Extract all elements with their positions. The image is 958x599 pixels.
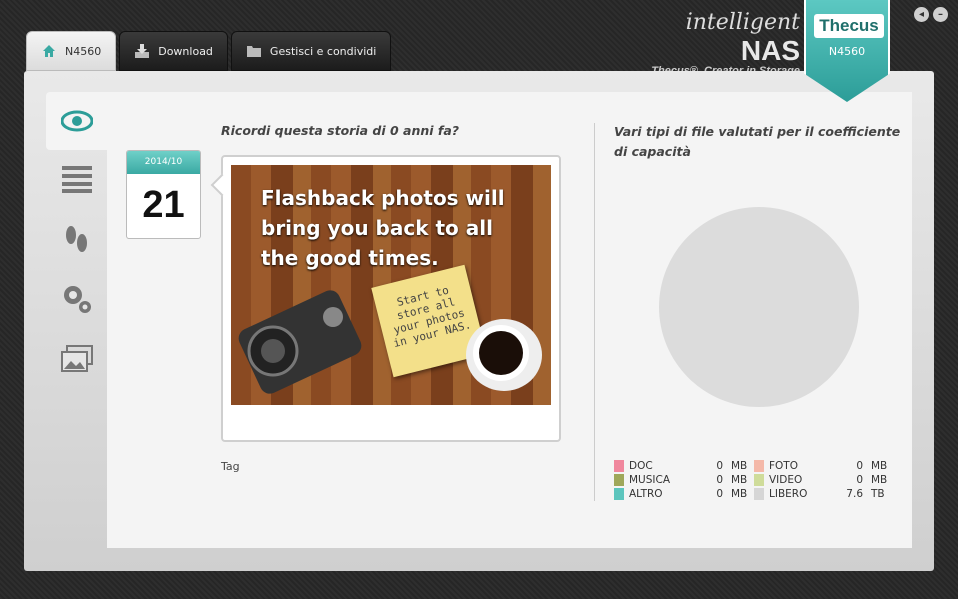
legend-item-doc: DOC 0 MB	[614, 460, 754, 472]
list-icon	[62, 166, 92, 193]
legend-value: 0	[716, 460, 723, 472]
tab-gestisci[interactable]: Gestisci e condividi	[230, 31, 392, 71]
tab-label: Gestisci e condividi	[269, 44, 377, 58]
calendar-month: 2014/10	[127, 151, 200, 174]
legend-swatch	[754, 488, 764, 500]
legend-unit: MB	[731, 460, 748, 472]
photo-card: Flashback photos will bring you back to …	[221, 155, 561, 442]
legend-value: 0	[856, 460, 863, 472]
capacity-pie-chart	[659, 207, 859, 407]
legend-swatch	[754, 474, 764, 486]
story-title: Ricordi questa storia di 0 anni fa?	[221, 123, 460, 138]
footprints-icon	[66, 226, 87, 252]
legend-value: 0	[856, 474, 863, 486]
sidebar	[46, 92, 108, 547]
legend-item-altro: ALTRO 0 MB	[614, 488, 754, 500]
calendar-day: 21	[142, 184, 185, 226]
legend-value: 7.6	[846, 488, 863, 500]
camera-icon	[238, 290, 362, 394]
gears-icon	[64, 286, 91, 313]
legend-item-libero: LIBERO 7.6 TB	[754, 488, 894, 500]
brand-title-prefix: intelligent	[685, 10, 800, 35]
legend-unit: MB	[731, 488, 748, 500]
brand-title: intelligent NAS	[640, 10, 800, 67]
legend-name: VIDEO	[769, 474, 803, 486]
legend-item-musica: MUSICA 0 MB	[614, 474, 754, 486]
legend-swatch	[614, 460, 624, 472]
capacity-legend: DOC 0 MB FOTO 0 MB MUSICA 0 MB VIDEO 0 M…	[614, 459, 904, 501]
legend-row: DOC 0 MB FOTO 0 MB	[614, 459, 904, 473]
minimize-button[interactable]: –	[933, 7, 948, 22]
legend-name: LIBERO	[769, 488, 808, 500]
sidebar-item-list[interactable]	[46, 150, 108, 208]
sidebar-item-gallery[interactable]	[46, 330, 108, 388]
gallery-icon	[61, 345, 93, 372]
calendar-badge: 2014/10 21	[126, 150, 201, 239]
legend-unit: MB	[871, 460, 888, 472]
legend-unit: MB	[731, 474, 748, 486]
legend-row: ALTRO 0 MB LIBERO 7.6 TB	[614, 487, 904, 501]
legend-name: DOC	[629, 460, 653, 472]
folder-icon	[246, 46, 261, 57]
legend-item-foto: FOTO 0 MB	[754, 460, 894, 472]
legend-name: MUSICA	[629, 474, 671, 486]
home-icon	[43, 45, 55, 57]
legend-unit: TB	[871, 488, 885, 500]
legend-swatch	[754, 460, 764, 472]
tab-n4560[interactable]: N4560	[26, 31, 117, 71]
brand-header: intelligent NAS Thecus®, Creator in Stor…	[640, 10, 800, 77]
legend-unit: MB	[871, 474, 888, 486]
legend-value: 0	[716, 474, 723, 486]
tab-label: Download	[158, 44, 213, 58]
tab-bar: N4560 Download Gestisci e condividi	[26, 31, 392, 72]
file-types-title: Vari tipi di file valutati per il coeffi…	[614, 124, 901, 159]
sidebar-item-footprints[interactable]	[46, 210, 108, 268]
download-icon	[135, 44, 150, 58]
photo-caption: Flashback photos will bring you back to …	[261, 186, 505, 270]
tag-label: Tag	[221, 460, 240, 473]
legend-row: MUSICA 0 MB VIDEO 0 MB	[614, 473, 904, 487]
tab-download[interactable]: Download	[119, 31, 228, 71]
tab-label: N4560	[65, 44, 102, 58]
brand-title-main: NAS	[740, 35, 800, 66]
eye-icon	[61, 110, 93, 132]
legend-value: 0	[716, 488, 723, 500]
divider	[594, 123, 595, 501]
legend-swatch	[614, 488, 624, 500]
flashback-photo[interactable]: Flashback photos will bring you back to …	[231, 165, 551, 405]
thecus-logo: Thecus	[814, 14, 884, 38]
model-label: N4560	[828, 45, 866, 58]
legend-name: FOTO	[769, 460, 798, 472]
legend-name: ALTRO	[629, 488, 663, 500]
legend-item-video: VIDEO 0 MB	[754, 474, 894, 486]
back-button[interactable]: ◂	[914, 7, 929, 22]
sidebar-item-view[interactable]	[46, 92, 108, 150]
sidebar-item-settings[interactable]	[46, 270, 108, 328]
coffee-cup-icon	[466, 319, 542, 391]
legend-swatch	[614, 474, 624, 486]
window-controls: ◂ –	[914, 7, 948, 22]
